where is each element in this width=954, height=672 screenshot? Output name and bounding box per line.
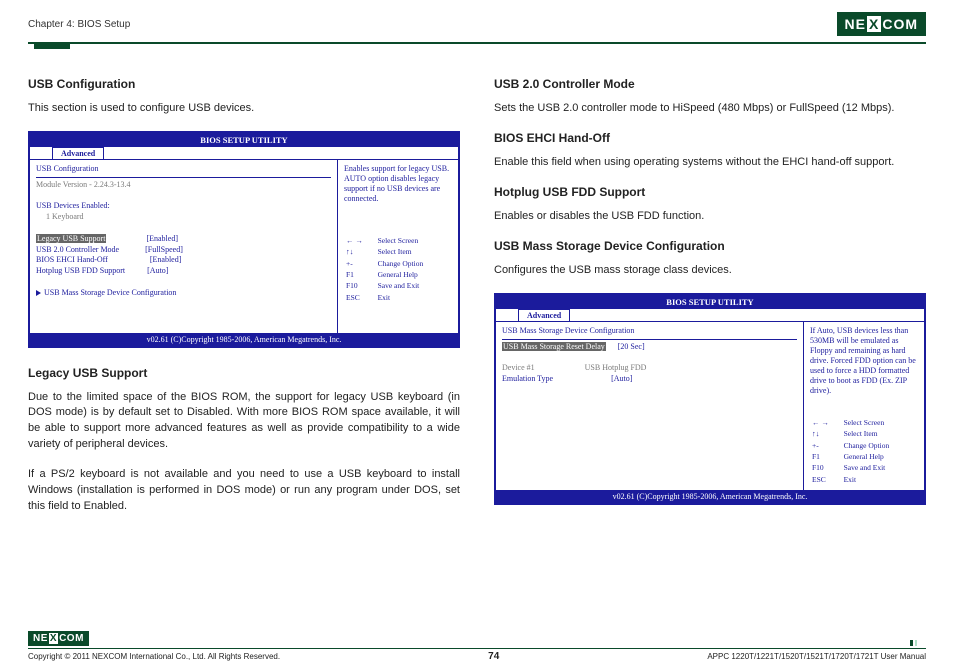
bios-module-version: Module Version - 2.24.3-13.4 xyxy=(36,180,331,191)
bios-nav-keys-2: ← →Select Screen ↑↓Select Item +-Change … xyxy=(810,416,918,486)
legacy-usb-p2: If a PS/2 keyboard is not available and … xyxy=(28,467,460,515)
bios-title: BIOS SETUP UTILITY xyxy=(30,133,458,147)
bios-val-hotplug: [Auto] xyxy=(147,266,168,275)
chapter-title: Chapter 4: BIOS Setup xyxy=(28,19,130,30)
bios-emulation-val: [Auto] xyxy=(611,374,632,383)
legacy-usb-p1: Due to the limited space of the BIOS ROM… xyxy=(28,390,460,454)
mass-storage-desc: Configures the USB mass storage class de… xyxy=(494,263,926,279)
bios-section-label: USB Configuration xyxy=(36,164,331,175)
bios-devices-enabled-label: USB Devices Enabled: xyxy=(36,201,331,212)
bios-emulation-label: Emulation Type xyxy=(502,374,553,383)
header-accent xyxy=(34,43,70,49)
bios-footer: v02.61 (C)Copyright 1985-2006, American … xyxy=(30,333,458,346)
hotplug-desc: Enables or disables the USB FDD function… xyxy=(494,209,926,225)
bios-help-text: Enables support for legacy USB. AUTO opt… xyxy=(344,164,452,204)
bios-device-label: Device #1 xyxy=(502,363,535,372)
footer-manual-name: APPC 1220T/1221T/1520T/1521T/1720T/1721T… xyxy=(707,652,926,661)
hotplug-heading: Hotplug USB FDD Support xyxy=(494,185,926,199)
usb20-heading: USB 2.0 Controller Mode xyxy=(494,77,926,91)
submenu-arrow-icon xyxy=(36,290,41,296)
legacy-usb-heading: Legacy USB Support xyxy=(28,366,460,380)
mass-storage-heading: USB Mass Storage Device Configuration xyxy=(494,239,926,253)
bios-screenshot-mass-storage: BIOS SETUP UTILITY Advanced USB Mass Sto… xyxy=(494,293,926,505)
ehci-desc: Enable this field when using operating s… xyxy=(494,155,926,171)
nexcom-logo: NE COMNEXCOM xyxy=(837,12,926,36)
bios-opt-ehci: BIOS EHCI Hand-Off xyxy=(36,255,108,264)
ehci-heading: BIOS EHCI Hand-Off xyxy=(494,131,926,145)
footer-copyright: Copyright © 2011 NEXCOM International Co… xyxy=(28,652,280,661)
footer-marks-icon xyxy=(910,640,926,646)
bios-val-legacy-usb: [Enabled] xyxy=(146,234,178,243)
bios-opt-hotplug: Hotplug USB FDD Support xyxy=(36,266,125,275)
logo-x-icon: X xyxy=(867,16,881,32)
bios-submenu-mass-storage: USB Mass Storage Device Configuration xyxy=(44,288,176,297)
bios-devices-value: 1 Keyboard xyxy=(36,212,331,223)
usb20-desc: Sets the USB 2.0 controller mode to HiSp… xyxy=(494,101,926,117)
bios-opt-reset-delay: USB Mass Storage Reset Delay xyxy=(502,342,606,351)
footer-rule xyxy=(28,648,926,650)
footer-logo: NEXCOM xyxy=(28,631,89,646)
header-rule xyxy=(28,42,926,44)
bios-footer-2: v02.61 (C)Copyright 1985-2006, American … xyxy=(496,490,924,503)
bios-val-usb20-mode: [FullSpeed] xyxy=(145,245,183,254)
usb-config-heading: USB Configuration xyxy=(28,77,460,91)
bios-opt-usb20-mode: USB 2.0 Controller Mode xyxy=(36,245,119,254)
usb-config-desc: This section is used to configure USB de… xyxy=(28,101,460,117)
bios-tab-advanced: Advanced xyxy=(52,147,104,159)
bios-nav-keys: ← →Select Screen ↑↓Select Item +-Change … xyxy=(344,234,452,304)
bios-help-text-2: If Auto, USB devices less than 530MB wil… xyxy=(810,326,918,396)
bios-val-ehci: [Enabled] xyxy=(150,255,182,264)
bios-opt-legacy-usb: Legacy USB Support xyxy=(36,234,106,243)
bios-device-val: USB Hotplug FDD xyxy=(585,363,647,372)
bios-val-reset-delay: [20 Sec] xyxy=(618,342,645,351)
bios-tab-advanced-2: Advanced xyxy=(518,309,570,321)
bios-section-label-2: USB Mass Storage Device Configuration xyxy=(502,326,797,337)
bios-screenshot-usb-config: BIOS SETUP UTILITY Advanced USB Configur… xyxy=(28,131,460,348)
page-number: 74 xyxy=(488,651,499,662)
bios-title-2: BIOS SETUP UTILITY xyxy=(496,295,924,309)
